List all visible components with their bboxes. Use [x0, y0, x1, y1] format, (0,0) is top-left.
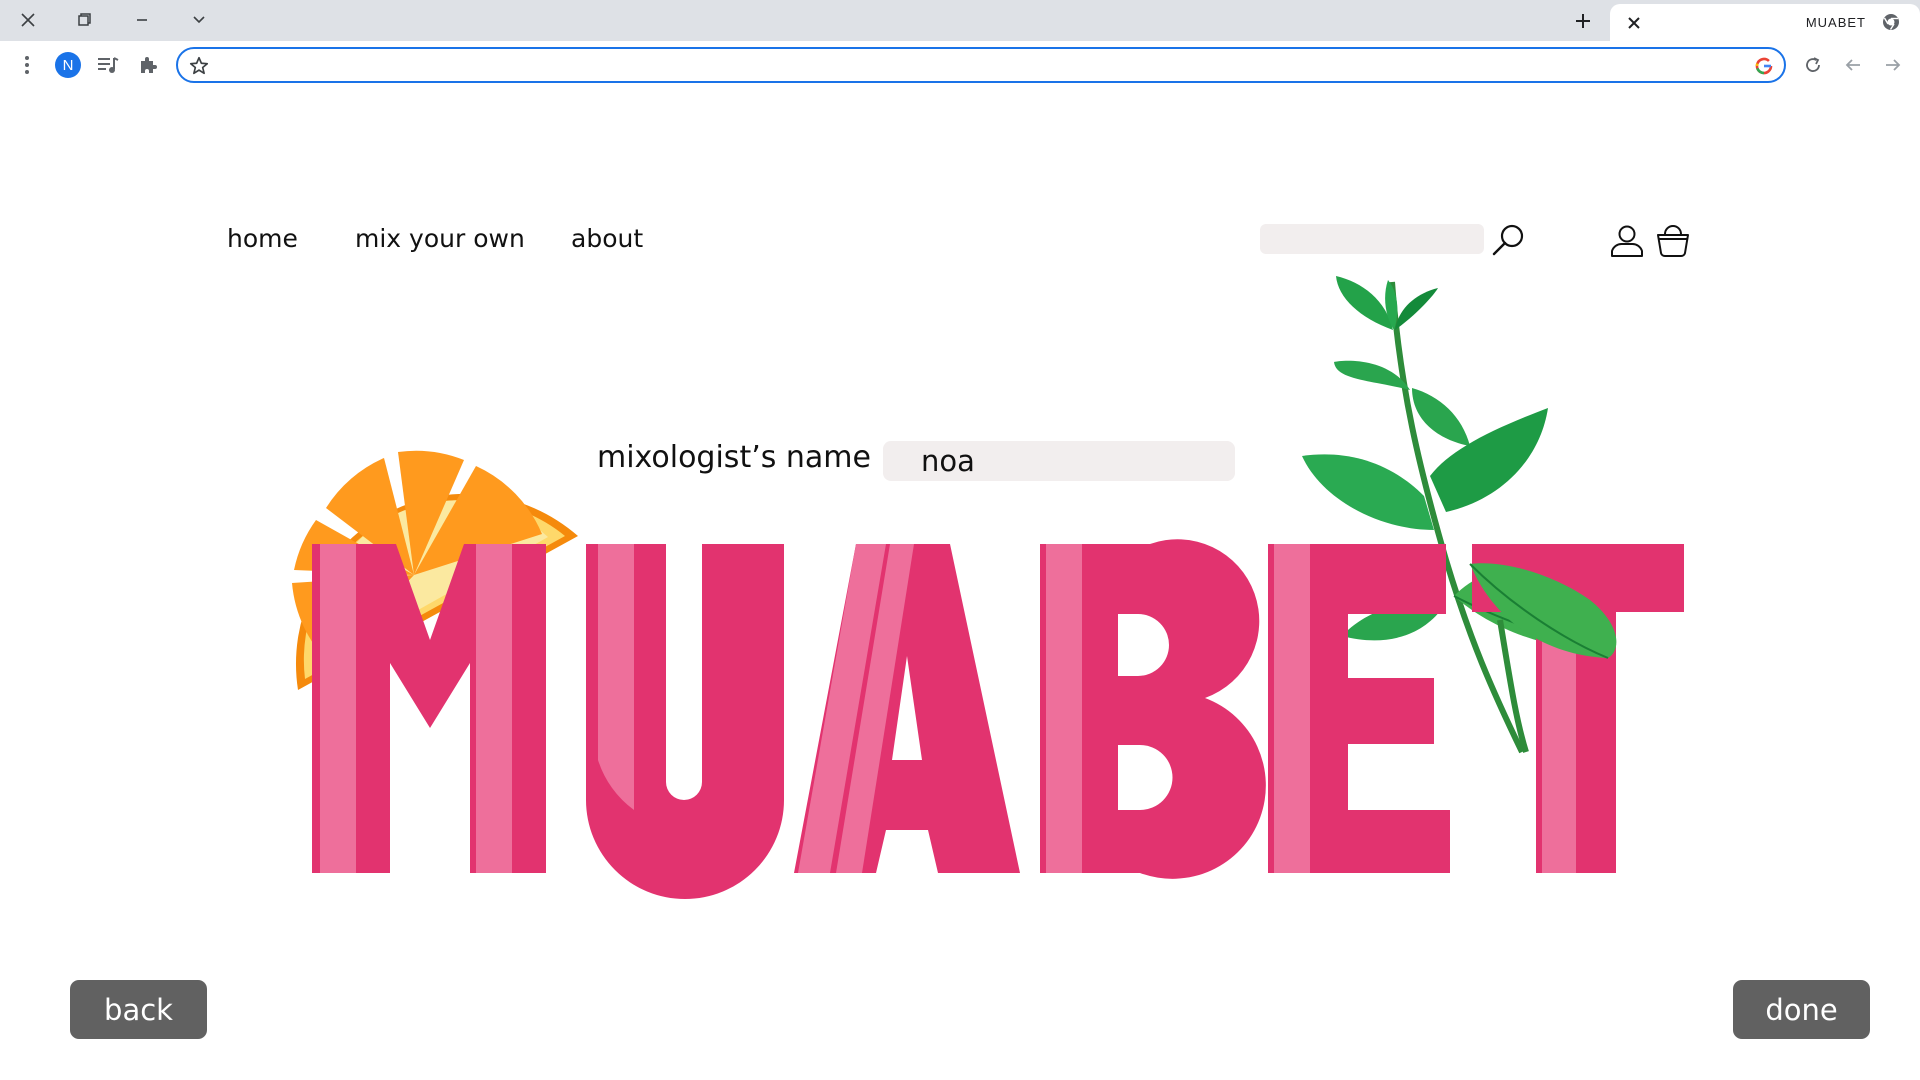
profile-initial: N: [55, 52, 81, 78]
logo-letter-a: [794, 544, 1020, 873]
mixologist-name-input[interactable]: [883, 441, 1235, 481]
tab-search-chevron-icon[interactable]: [181, 4, 217, 36]
done-button[interactable]: done: [1733, 980, 1870, 1039]
address-bar[interactable]: [176, 47, 1786, 83]
new-tab-plus-icon[interactable]: [1566, 4, 1600, 38]
muabet-logo: [292, 276, 1684, 899]
browser-toolbar: N: [0, 41, 1920, 89]
kebab-menu-icon[interactable]: [11, 49, 43, 81]
google-lens-icon[interactable]: [1754, 56, 1774, 76]
profile-avatar[interactable]: N: [52, 49, 84, 81]
back-button[interactable]: back: [70, 980, 207, 1039]
forward-arrow-icon[interactable]: [1877, 49, 1909, 81]
mixologist-name-label: mixologist’s name: [597, 440, 871, 475]
back-arrow-icon[interactable]: [1837, 49, 1869, 81]
tab-favicon-icon: [1883, 14, 1899, 30]
minimize-window-icon[interactable]: [124, 4, 160, 36]
tab-close-icon[interactable]: [1622, 11, 1646, 35]
reading-list-icon[interactable]: [92, 49, 124, 81]
tab-strip: MUABET: [0, 0, 1920, 41]
tab-title: MUABET: [1805, 15, 1866, 30]
active-tab[interactable]: MUABET: [1610, 4, 1920, 41]
close-window-icon[interactable]: [10, 4, 46, 36]
extensions-puzzle-icon[interactable]: [132, 49, 164, 81]
logo-letter-u: [586, 544, 784, 899]
logo-letter-b: [1040, 539, 1266, 879]
reload-icon[interactable]: [1797, 49, 1829, 81]
logo-letter-e: [1268, 544, 1450, 873]
address-input[interactable]: [218, 53, 1718, 77]
bookmark-star-icon[interactable]: [188, 55, 210, 77]
restore-window-icon[interactable]: [66, 4, 102, 36]
